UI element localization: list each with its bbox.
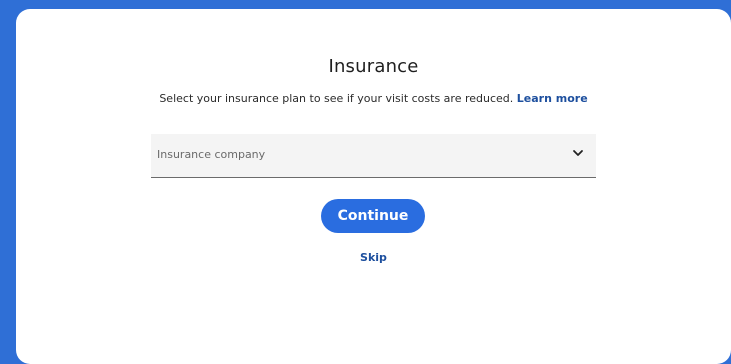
insurance-dialog: Insurance Select your insurance plan to … [16, 9, 731, 364]
continue-button[interactable]: Continue [321, 199, 425, 233]
learn-more-link[interactable]: Learn more [517, 92, 588, 105]
insurance-company-placeholder: Insurance company [157, 148, 266, 161]
insurance-company-select[interactable]: Insurance company [151, 134, 596, 178]
page-background: Insurance Select your insurance plan to … [0, 0, 731, 364]
skip-link: Skip [16, 251, 731, 264]
subtitle-text: Select your insurance plan to see if you… [159, 92, 514, 105]
chevron-down-icon [573, 150, 583, 156]
skip-label[interactable]: Skip [360, 251, 387, 264]
page-title: Insurance [328, 56, 419, 77]
subtitle: Select your insurance plan to see if you… [16, 92, 731, 105]
